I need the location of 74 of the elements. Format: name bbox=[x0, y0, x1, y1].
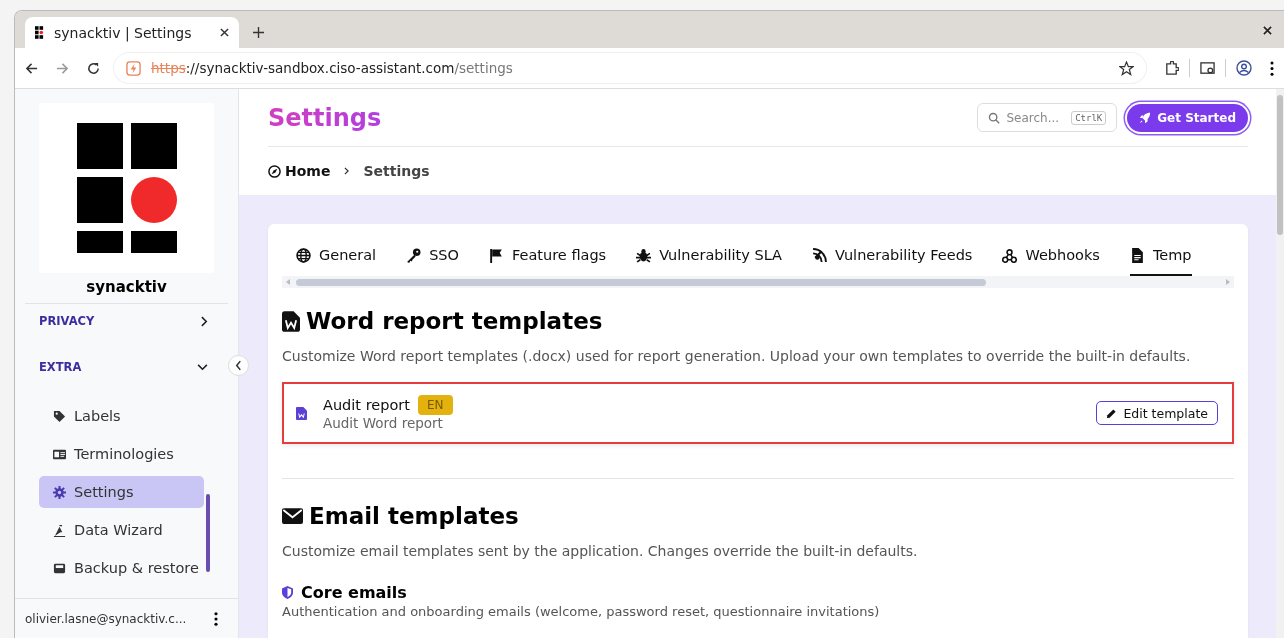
tab[interactable]: General bbox=[296, 236, 377, 276]
close-icon[interactable] bbox=[220, 28, 229, 37]
pencil-icon bbox=[1106, 407, 1118, 419]
menu-icon[interactable] bbox=[1270, 60, 1274, 76]
warning-icon bbox=[126, 60, 141, 76]
satellite-icon bbox=[812, 247, 827, 263]
screen-search-icon[interactable] bbox=[1200, 60, 1215, 76]
language-badge: EN bbox=[417, 395, 453, 415]
template-subtitle: Audit Word report bbox=[323, 415, 444, 431]
flag-icon bbox=[489, 247, 504, 263]
search-icon bbox=[988, 111, 1001, 124]
globe-icon bbox=[296, 247, 311, 263]
sidebar-item[interactable]: Backup & restore bbox=[39, 552, 204, 584]
envelope-icon bbox=[282, 508, 303, 524]
star-icon[interactable] bbox=[1119, 60, 1134, 76]
scrollbar[interactable] bbox=[206, 494, 210, 572]
word-file-icon bbox=[282, 310, 300, 332]
logo-icon bbox=[35, 26, 44, 39]
rocket-icon bbox=[1139, 111, 1152, 124]
bug-icon bbox=[636, 247, 652, 263]
webhook-icon bbox=[1002, 247, 1018, 263]
chevron-left-icon bbox=[235, 360, 242, 371]
chevron-right-icon bbox=[344, 167, 350, 175]
edit-template-button[interactable]: Edit template bbox=[1096, 401, 1218, 425]
group-description: Authentication and onboarding emails (welcome, password reset, questionnaire invitations) bbox=[282, 604, 881, 619]
sidebar-item[interactable]: Data Wizard bbox=[39, 514, 204, 546]
tag-icon bbox=[53, 409, 66, 423]
org-name: synacktiv bbox=[25, 273, 228, 304]
section-title: Word report templates bbox=[306, 308, 603, 334]
shield-icon bbox=[282, 586, 293, 599]
search-field[interactable]: Search... CtrlK bbox=[977, 103, 1118, 132]
back-icon[interactable] bbox=[25, 61, 38, 75]
sidebar-item[interactable]: Labels bbox=[39, 400, 204, 432]
gear-icon bbox=[53, 485, 66, 499]
section-description: Customize email templates sent by the application. Changes override the built-in defaults. bbox=[282, 543, 919, 559]
shortcut-key: CtrlK bbox=[1071, 110, 1107, 125]
user-email: olivier.lasne@synacktiv.c... bbox=[25, 611, 187, 626]
tab[interactable]: SSO bbox=[406, 236, 459, 276]
more-icon[interactable] bbox=[214, 611, 218, 626]
drive-icon bbox=[53, 561, 66, 575]
breadcrumb-link[interactable]: Home bbox=[268, 163, 331, 179]
group-title: Core emails bbox=[301, 583, 407, 602]
template-name: Audit report bbox=[323, 397, 410, 413]
forward-icon[interactable] bbox=[56, 61, 69, 75]
new-tab-icon[interactable] bbox=[253, 27, 264, 38]
get-started-button[interactable]: Get Started bbox=[1127, 103, 1248, 132]
puzzle-icon[interactable] bbox=[1164, 60, 1179, 76]
chevron-right-icon bbox=[201, 315, 208, 327]
reload-icon[interactable] bbox=[87, 61, 100, 75]
scrollbar[interactable] bbox=[1277, 95, 1283, 235]
url-text: https://synacktiv-sandbox.ciso-assistant.com/settings bbox=[151, 60, 513, 76]
chevron-down-icon bbox=[197, 363, 208, 371]
search-placeholder: Search... bbox=[1006, 110, 1060, 125]
key-icon bbox=[406, 247, 422, 263]
word-file-icon bbox=[296, 406, 307, 420]
profile-icon[interactable] bbox=[1236, 60, 1252, 76]
tab[interactable]: Feature flags bbox=[489, 236, 607, 276]
tab[interactable]: Vulnerability SLA bbox=[636, 236, 782, 276]
tab[interactable]: Vulnerability Feeds bbox=[812, 236, 973, 276]
sidebar-item[interactable]: Terminologies bbox=[39, 438, 204, 470]
browser-tab[interactable]: synacktiv | Settings bbox=[25, 17, 239, 48]
close-icon[interactable] bbox=[1263, 26, 1272, 35]
address-bar[interactable]: https://synacktiv-sandbox.ciso-assistant.com/settings bbox=[114, 53, 1146, 83]
section-header[interactable]: EXTRA bbox=[39, 354, 228, 380]
tab[interactable]: Webhooks bbox=[1002, 236, 1100, 276]
sidebar-item[interactable]: Settings bbox=[39, 476, 204, 508]
tab-title: synacktiv | Settings bbox=[54, 24, 193, 41]
section-header[interactable]: PRIVACY bbox=[39, 308, 228, 334]
id-card-icon bbox=[53, 447, 66, 461]
section-title: Email templates bbox=[309, 503, 519, 529]
section-description: Customize Word report templates (.docx) used for report generation. Upload your own templates to override the built-in defaults. bbox=[282, 348, 1192, 364]
compass-icon bbox=[268, 164, 281, 178]
breadcrumb-link[interactable]: Settings bbox=[363, 163, 430, 179]
document-icon bbox=[1129, 247, 1145, 263]
